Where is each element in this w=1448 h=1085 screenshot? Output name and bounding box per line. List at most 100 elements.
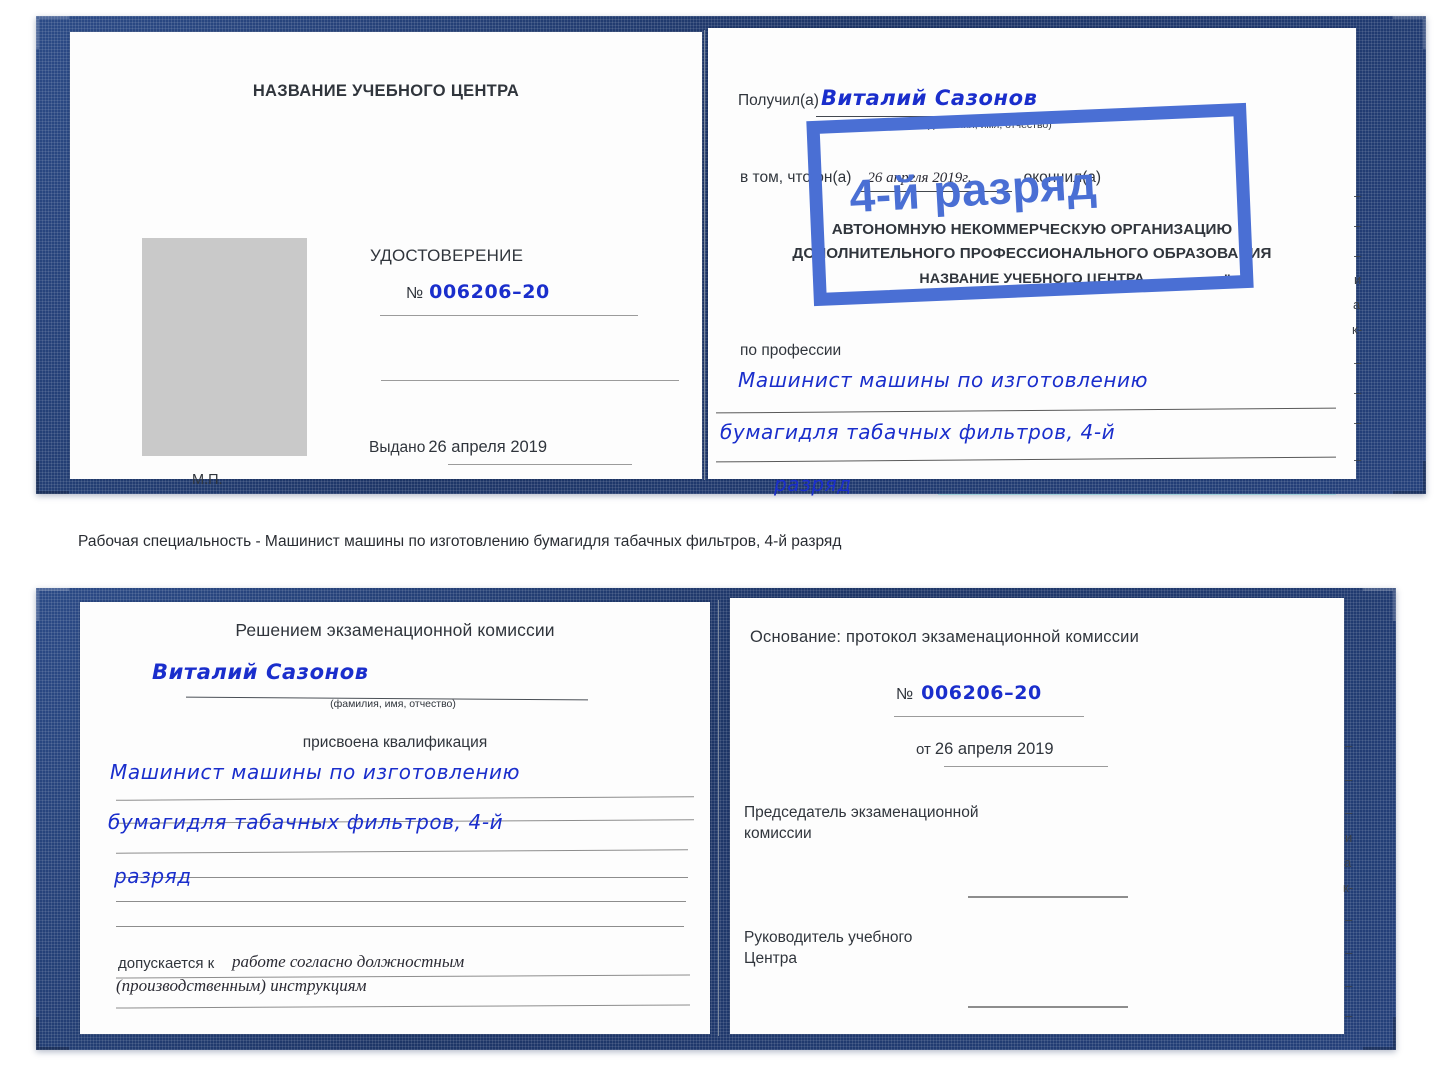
protocol-date-label: от xyxy=(916,741,931,758)
edge-fragment-b1: – xyxy=(1345,772,1353,787)
recipient-label: Получил(а) xyxy=(738,92,819,109)
fio-hint-top: (фамилия, имя, отчество) xyxy=(926,119,1052,131)
qualification-rule-6 xyxy=(116,926,684,927)
blank-field-underline xyxy=(381,380,679,381)
edge-fragment-9: – xyxy=(1354,452,1362,467)
qualification-line-2: бумагидля табачных фильтров, 4-й xyxy=(108,810,504,834)
top-certificate-right-page: Получил(а)Виталий Сазонов (фамилия, имя,… xyxy=(708,28,1356,496)
issue-date-row: Выдано 26 апреля 2019 xyxy=(369,438,649,457)
number-underline xyxy=(380,315,638,316)
bottom-certificate-right-page: Основание: протокол экзаменационной коми… xyxy=(730,598,1344,1034)
number-label: № xyxy=(406,285,424,302)
qualification-rule-3 xyxy=(116,849,688,854)
cover-corner-top-left xyxy=(36,16,69,49)
issued-value: 26 апреля 2019 xyxy=(428,438,548,456)
edge-fragment-b9: – xyxy=(1345,1008,1353,1023)
cover-corner-bottom-left-2 xyxy=(36,1017,69,1050)
recipient-value: Виталий Сазонов xyxy=(820,86,1038,110)
basis-label: Основание: протокол экзаменационной коми… xyxy=(750,628,1140,646)
organisation-line-1: АВТОНОМНУЮ НЕКОММЕРЧЕСКУЮ ОРГАНИЗАЦИЮ xyxy=(831,221,1233,238)
protocol-date-value: 26 апреля 2019 xyxy=(934,740,1054,758)
cover-corner-bottom-left xyxy=(36,461,69,494)
training-center-title: НАЗВАНИЕ УЧЕБНОГО ЦЕНТРА xyxy=(252,82,520,100)
top-certificate-left-page: НАЗВАНИЕ УЧЕБНОГО ЦЕНТРА М.П. УДОСТОВЕРЕ… xyxy=(70,32,702,488)
completion-date: 26 апреля 2019г. xyxy=(867,170,972,186)
edge-fragment-b7: – xyxy=(1345,945,1353,960)
profession-rule-3 xyxy=(938,494,1336,495)
chairman-line-2: комиссии xyxy=(744,824,812,842)
chairman-signature-line xyxy=(968,896,1128,898)
protocol-date-underline xyxy=(944,766,1108,767)
number-value: 006206–20 xyxy=(429,281,550,303)
admitted-label: допускается к xyxy=(118,955,215,972)
profession-rule-1 xyxy=(716,407,1336,414)
edge-fragment-b6: – xyxy=(1345,912,1353,927)
seal-place-label: М.П. xyxy=(192,472,223,488)
recipient-underline xyxy=(816,116,1058,117)
admitted-rule-2 xyxy=(116,1004,690,1009)
certificate-book-bottom: Решением экзаменационной комиссии Витали… xyxy=(36,588,1396,1050)
edge-fragment-b3: и xyxy=(1345,830,1353,845)
edge-fragment-7: – xyxy=(1354,385,1362,400)
profession-rule-2 xyxy=(716,456,1336,463)
cover-corner-top-left-2 xyxy=(36,588,69,621)
graduate-name: Виталий Сазонов xyxy=(152,660,369,684)
completion-row: в том, что он(а) 26 апреля 2019г. окончил(… xyxy=(740,169,1101,187)
organisation-line-3: НАЗВАНИЕ УЧЕБНОГО ЦЕНТРА xyxy=(919,271,1145,287)
head-signature-line xyxy=(968,1006,1128,1008)
issued-label: Выдано xyxy=(369,439,426,456)
quote-close-mark: " xyxy=(1224,271,1231,287)
edge-fragment-b0: – xyxy=(1345,738,1353,753)
protocol-number-row: № 006206–20 xyxy=(896,682,1042,704)
profession-label: по профессии xyxy=(740,342,842,359)
profession-line-2: бумагидля табачных фильтров, 4-й xyxy=(720,420,1116,444)
finished-label: окончил(а) xyxy=(1023,169,1102,186)
protocol-number-underline xyxy=(894,716,1084,717)
admitted-value-line-1: работе согласно должностным xyxy=(232,952,465,971)
page-caption: Рабочая специальность - Машинист машины … xyxy=(78,533,842,550)
qualification-rule-1 xyxy=(116,796,694,801)
head-line-1: Руководитель учебного xyxy=(744,929,913,946)
fio-hint-bottom: (фамилия, имя, отчество) xyxy=(330,698,456,710)
bottom-certificate-left-page: Решением экзаменационной комиссии Витали… xyxy=(80,602,710,1034)
protocol-date-row: от 26 апреля 2019 xyxy=(916,740,1054,759)
profession-line-1: Машинист машины по изготовлению xyxy=(738,368,1149,392)
head-block: Руководитель учебного Центра xyxy=(744,928,1074,970)
chairman-block: Председатель экзаменационной комиссии xyxy=(744,803,1104,845)
admitted-value-line-2: (производственным) инструкциям xyxy=(116,976,367,995)
issue-date-underline xyxy=(448,464,632,465)
edge-fragment-8: – xyxy=(1354,415,1362,430)
completion-label: в том, что он(а) xyxy=(740,169,852,186)
edge-fragment-3: и xyxy=(1354,272,1362,287)
edge-fragment-0: – xyxy=(1354,188,1362,203)
certificate-book-top: НАЗВАНИЕ УЧЕБНОГО ЦЕНТРА М.П. УДОСТОВЕРЕ… xyxy=(36,16,1426,496)
qualification-label: присвоена квалификация xyxy=(302,734,488,751)
edge-fragment-2: – xyxy=(1354,248,1362,263)
edge-fragment-b2: – xyxy=(1345,805,1353,820)
edge-fragment-1: – xyxy=(1354,218,1362,233)
chairman-line-1: Председатель экзаменационной xyxy=(744,804,979,821)
qualification-line-3: разряд xyxy=(114,864,192,888)
document-type-title: УДОСТОВЕРЕНИЕ xyxy=(370,246,524,265)
edge-fragment-4: а xyxy=(1353,297,1361,312)
edge-fragment-6: – xyxy=(1354,355,1362,370)
profession-line-3: разряд xyxy=(774,472,852,496)
organisation-line-2: ДОПОЛНИТЕЛЬНОГО ПРОФЕССИОНАЛЬНОГО ОБРАЗО… xyxy=(792,245,1272,262)
cover-corner-top-right-2 xyxy=(1363,588,1396,621)
certificate-number-row: № 006206–20 xyxy=(406,281,636,303)
page-fold-line-2 xyxy=(718,600,719,1036)
protocol-number-label: № xyxy=(896,686,914,703)
page-fold-line xyxy=(704,30,705,480)
head-line-2: Центра xyxy=(744,949,797,967)
recipient-row: Получил(а)Виталий Сазонов xyxy=(738,86,1038,110)
qualification-rule-4 xyxy=(116,877,688,878)
qualification-line-1: Машинист машины по изготовлению xyxy=(110,760,521,784)
cover-corner-bottom-right-2 xyxy=(1363,1017,1396,1050)
cover-corner-top-right xyxy=(1393,16,1426,49)
edge-fragment-b4: а xyxy=(1344,855,1352,870)
edge-fragment-b8: – xyxy=(1345,978,1353,993)
edge-fragment-5: к- xyxy=(1352,322,1363,337)
completion-date-underline xyxy=(860,191,1012,192)
cover-corner-bottom-right xyxy=(1393,461,1426,494)
protocol-number-value: 006206–20 xyxy=(921,682,1042,704)
